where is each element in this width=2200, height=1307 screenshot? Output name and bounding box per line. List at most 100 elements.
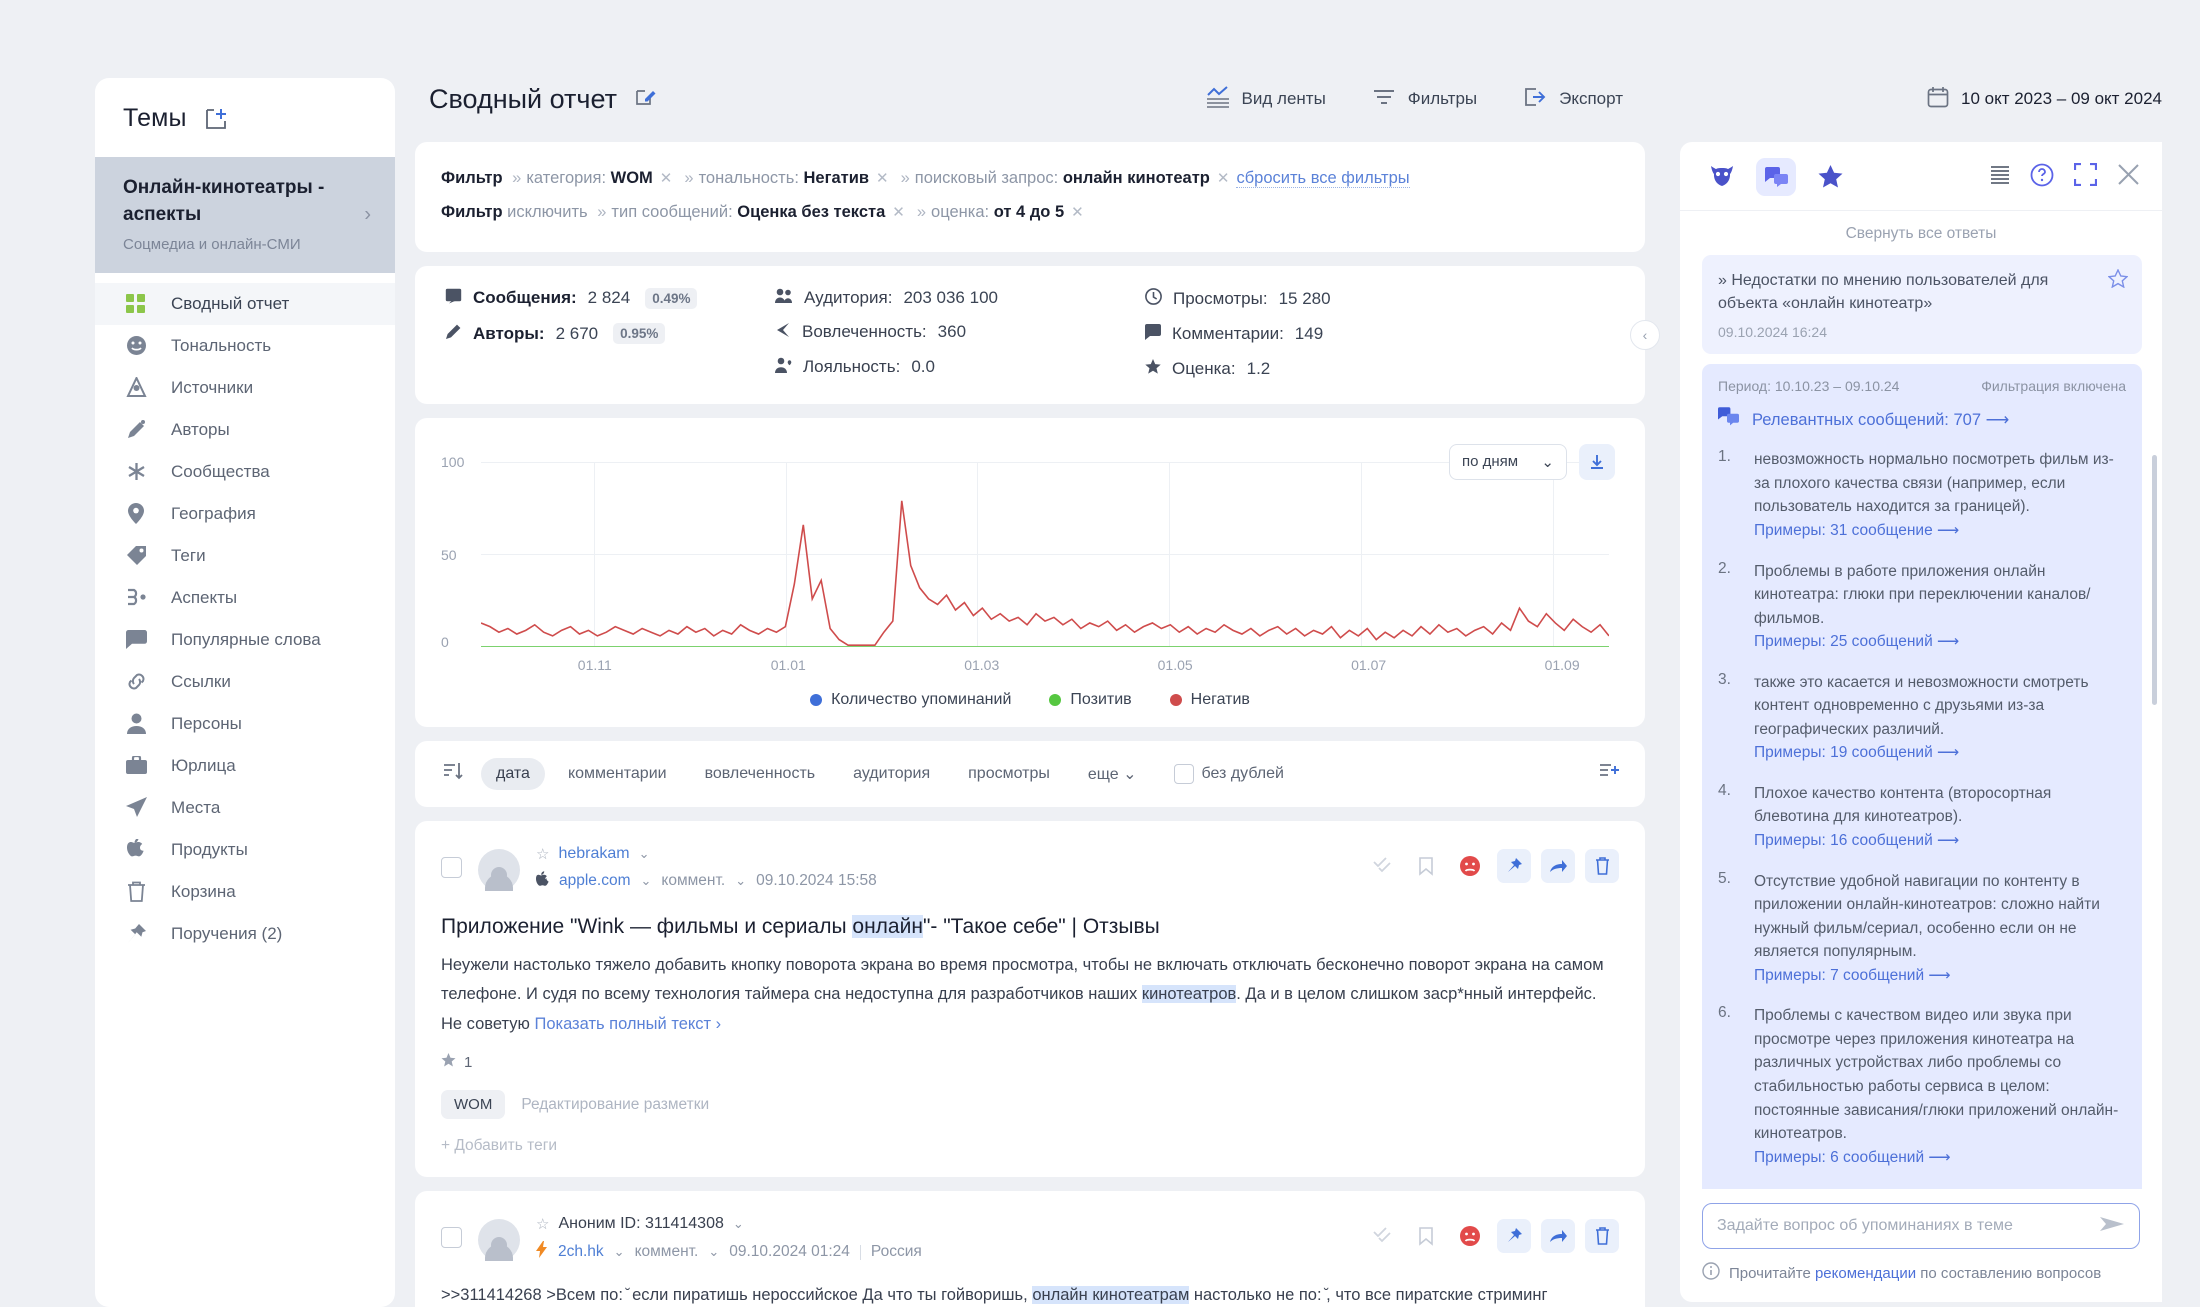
relevant-messages-link[interactable]: Релевантных сообщений: 707 ⟶ bbox=[1718, 407, 2126, 432]
delete-icon[interactable] bbox=[1585, 1219, 1619, 1254]
edit-markup-link[interactable]: Редактирование разметки bbox=[521, 1096, 709, 1114]
remove-filter-icon[interactable]: ✕ bbox=[892, 204, 905, 221]
sort-option-2[interactable]: вовлеченность bbox=[690, 758, 831, 790]
chevron-down-icon[interactable]: ⌄ bbox=[735, 873, 746, 889]
remove-filter-icon[interactable]: ✕ bbox=[876, 170, 889, 187]
chevron-down-icon[interactable]: ⌄ bbox=[733, 1216, 744, 1232]
sidebar-item-6[interactable]: Теги bbox=[95, 535, 395, 577]
sidebar-item-8[interactable]: Популярные слова bbox=[95, 619, 395, 661]
sidebar-item-12[interactable]: Места bbox=[95, 787, 395, 829]
edit-pencil-icon[interactable] bbox=[633, 85, 657, 114]
filters-button[interactable]: Фильтры bbox=[1372, 87, 1477, 112]
answer-item-examples-link[interactable]: Примеры: 25 сообщений ⟶ bbox=[1754, 633, 1959, 650]
remove-filter-icon[interactable]: ✕ bbox=[660, 170, 673, 187]
chevron-down-icon[interactable]: ⌄ bbox=[641, 873, 652, 889]
remove-filter-icon[interactable]: ✕ bbox=[1071, 204, 1084, 221]
bookmark-icon[interactable] bbox=[1409, 1219, 1443, 1253]
sort-option-4[interactable]: просмотры bbox=[953, 758, 1065, 790]
assistant-question[interactable]: » Недостатки по мнению пользователей для… bbox=[1702, 255, 2142, 355]
post-select-checkbox[interactable] bbox=[441, 1227, 462, 1249]
tab-chat[interactable] bbox=[1756, 158, 1796, 196]
help-circle-icon[interactable] bbox=[2030, 163, 2054, 192]
sidebar-item-10[interactable]: Персоны bbox=[95, 703, 395, 745]
feed-view-button[interactable]: Вид ленты bbox=[1206, 85, 1326, 113]
pin-icon[interactable] bbox=[1497, 1219, 1531, 1254]
sidebar-topic-item[interactable]: Онлайн-кинотеатры - аспекты Соцмедиа и о… bbox=[95, 157, 395, 273]
legend-item[interactable]: Позитив bbox=[1049, 691, 1132, 709]
sidebar-item-2[interactable]: Источники bbox=[95, 367, 395, 409]
send-icon[interactable] bbox=[2099, 1214, 2125, 1239]
star-outline-icon[interactable]: ☆ bbox=[536, 845, 549, 863]
date-range-control[interactable]: 10 окт 2023 – 09 окт 2024 bbox=[1670, 70, 2200, 128]
sidebar-item-11[interactable]: Юрлица bbox=[95, 745, 395, 787]
sidebar-item-15[interactable]: Поручения (2) bbox=[95, 913, 395, 955]
post-title[interactable]: Приложение "Wink — фильмы и сериалы онла… bbox=[441, 912, 1619, 941]
sidebar-item-3[interactable]: Авторы bbox=[95, 409, 395, 451]
add-tags-link[interactable]: + Добавить теги bbox=[441, 1137, 1619, 1155]
post-author[interactable]: Аноним ID: 311414308 bbox=[558, 1215, 723, 1233]
post-select-checkbox[interactable] bbox=[441, 856, 462, 878]
chevron-right-icon[interactable]: › bbox=[364, 203, 371, 226]
sort-option-1[interactable]: комментарии bbox=[553, 758, 682, 790]
post-author[interactable]: hebrakam bbox=[558, 845, 629, 863]
star-outline-icon[interactable]: ☆ bbox=[536, 1215, 549, 1233]
approve-icon[interactable] bbox=[1365, 1219, 1399, 1253]
share-icon[interactable] bbox=[1541, 848, 1575, 883]
post-body: Неужели настолько тяжело добавить кнопку… bbox=[441, 951, 1619, 1039]
delete-icon[interactable] bbox=[1585, 848, 1619, 883]
ask-question-box[interactable] bbox=[1702, 1203, 2140, 1249]
panel-scrollbar[interactable] bbox=[2152, 455, 2157, 705]
collapse-chevron-icon[interactable]: ‹ bbox=[1630, 319, 1660, 350]
answer-item-examples-link[interactable]: Примеры: 6 сообщений ⟶ bbox=[1754, 1149, 1951, 1166]
sort-option-5[interactable]: еще ⌄ bbox=[1073, 757, 1152, 791]
negative-sentiment-icon[interactable] bbox=[1453, 1219, 1487, 1253]
sidebar-item-0[interactable]: Сводный отчет bbox=[95, 282, 395, 325]
share-icon[interactable] bbox=[1541, 1219, 1575, 1254]
remove-filter-icon[interactable]: ✕ bbox=[1217, 170, 1230, 187]
granularity-select[interactable]: по дням ⌄ bbox=[1449, 443, 1567, 480]
sidebar-item-1[interactable]: Тональность bbox=[95, 325, 395, 367]
answer-item-examples-link[interactable]: Примеры: 19 сообщений ⟶ bbox=[1754, 744, 1959, 761]
collapse-all-answers[interactable]: Свернуть все ответы bbox=[1680, 211, 2162, 255]
legend-item[interactable]: Негатив bbox=[1169, 691, 1250, 709]
reset-filters-link[interactable]: сбросить все фильтры bbox=[1236, 169, 1410, 188]
post-source[interactable]: apple.com bbox=[559, 872, 631, 890]
sidebar-item-9[interactable]: Ссылки bbox=[95, 661, 395, 703]
no-duplicates-label[interactable]: без дублей bbox=[1202, 765, 1284, 783]
sidebar-item-7[interactable]: Аспекты bbox=[95, 577, 395, 619]
fullscreen-icon[interactable] bbox=[2073, 162, 2098, 191]
pin-icon[interactable] bbox=[1497, 848, 1531, 883]
negative-sentiment-icon[interactable] bbox=[1453, 849, 1487, 883]
add-topic-icon[interactable] bbox=[203, 106, 229, 132]
sidebar-item-14[interactable]: Корзина bbox=[95, 871, 395, 913]
export-button[interactable]: Экспорт bbox=[1523, 86, 1623, 113]
answer-item-examples-link[interactable]: Примеры: 31 сообщение ⟶ bbox=[1754, 522, 1959, 539]
answer-item-examples-link[interactable]: Примеры: 7 сообщений ⟶ bbox=[1754, 967, 1951, 984]
recommendations-link[interactable]: рекомендации bbox=[1815, 1265, 1916, 1282]
star-outline-icon[interactable] bbox=[2107, 268, 2129, 293]
post-source[interactable]: 2ch.hk bbox=[558, 1243, 604, 1261]
sort-icon[interactable] bbox=[441, 760, 463, 787]
chevron-down-icon[interactable]: ⌄ bbox=[639, 846, 650, 862]
chevron-down-icon[interactable]: ⌄ bbox=[708, 1244, 719, 1260]
approve-icon[interactable] bbox=[1365, 849, 1399, 883]
sort-option-0[interactable]: дата bbox=[481, 757, 545, 790]
legend-item[interactable]: Количество упоминаний bbox=[810, 691, 1011, 709]
answer-item-examples-link[interactable]: Примеры: 16 сообщений ⟶ bbox=[1754, 832, 1959, 849]
list-icon[interactable] bbox=[1990, 165, 2010, 190]
post-tag-chip[interactable]: WOM bbox=[441, 1090, 506, 1120]
sidebar-item-13[interactable]: Продукты bbox=[95, 829, 395, 871]
close-icon[interactable] bbox=[2117, 163, 2140, 191]
tab-favorites[interactable] bbox=[1810, 158, 1850, 196]
sidebar-item-5[interactable]: География bbox=[95, 493, 395, 535]
add-column-icon[interactable] bbox=[1597, 760, 1619, 787]
ask-question-input[interactable] bbox=[1717, 1217, 2099, 1235]
chevron-down-icon[interactable]: ⌄ bbox=[614, 1244, 625, 1260]
no-duplicates-checkbox[interactable] bbox=[1173, 763, 1194, 784]
show-full-text-link[interactable]: Показать полный текст › bbox=[534, 1015, 721, 1033]
bookmark-icon[interactable] bbox=[1409, 849, 1443, 883]
sort-option-3[interactable]: аудитория bbox=[838, 758, 945, 790]
tab-owl[interactable] bbox=[1702, 158, 1742, 196]
download-icon[interactable] bbox=[1579, 443, 1615, 480]
sidebar-item-4[interactable]: Сообщества bbox=[95, 451, 395, 493]
